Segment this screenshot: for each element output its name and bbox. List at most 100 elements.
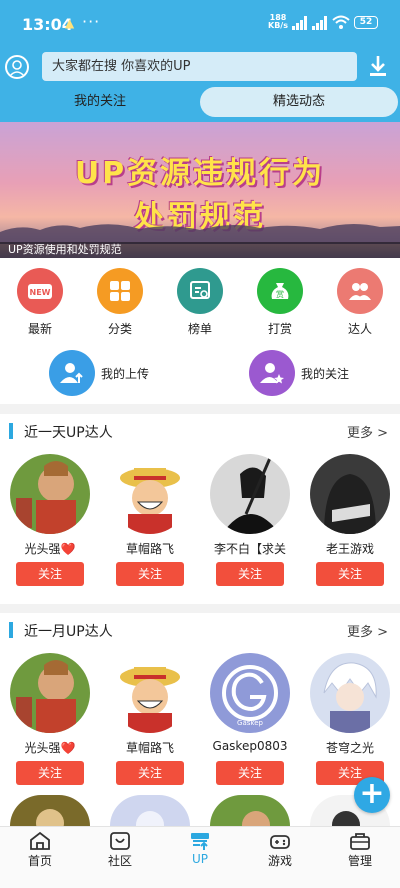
nav-home[interactable]: 首页 [10,831,70,869]
nav-label: UP [191,852,209,866]
star-user-icon [249,350,295,396]
quick-item-reward[interactable]: 赏 打赏 [250,268,310,337]
user-avatar-button[interactable] [5,55,29,79]
svg-text:NEW: NEW [30,288,51,297]
nav-manage[interactable]: 管理 [330,831,390,869]
bottom-nav: 首页 社区 UP 游戏 管理 [0,826,400,872]
nav-community[interactable]: 社区 [90,831,150,869]
quick-item-label: 我的关注 [301,367,350,381]
download-icon[interactable] [368,54,388,78]
network-speed-unit: KB/s [268,21,288,30]
bald-man-avatar[interactable] [10,653,90,733]
section-accent-bar [9,622,13,638]
follow-button[interactable]: 关注 [216,562,284,586]
up-card[interactable]: 老王游戏 关注 [310,454,390,586]
battery-icon: 52 [354,16,378,29]
quick-item-label: 最新 [27,322,52,336]
follow-button[interactable]: 关注 [316,562,384,586]
straw-hat-avatar[interactable] [110,454,190,534]
quick-item-my-uploads[interactable]: 我的上传 [49,350,169,396]
up-name: 草帽路飞 [125,741,174,755]
svg-text:Gaskep: Gaskep [237,719,263,727]
up-card[interactable]: 草帽路飞 关注 [110,454,190,586]
up-card[interactable]: 李不白【求关 关注 [210,454,290,586]
up-card[interactable]: 苍穹之光 关注 [310,653,390,785]
tab-featured[interactable]: 精选动态 [200,87,398,117]
section-header: 近一月UP达人 更多 > [0,613,400,647]
partial-avatar[interactable] [10,795,90,826]
straw-hat-avatar[interactable] [110,653,190,733]
nav-label: 社区 [107,854,132,868]
svg-text:赏: 赏 [276,289,284,299]
quick-item-ranking[interactable]: 榜单 [170,268,230,337]
up-icon [191,833,209,850]
up-name: 苍穹之光 [325,741,374,755]
up-name: 光头强❤️ [24,542,76,556]
palm-trees-decoration [0,223,400,244]
header: 13:04 ▲ ··· 188 KB/s 52 大家都在搜 你喜欢的UP 我的关… [0,0,400,122]
follow-button[interactable]: 关注 [216,761,284,785]
section-accent-bar [9,423,13,439]
hooded-figure-avatar[interactable] [310,454,390,534]
more-link[interactable]: 更多 > [347,621,388,640]
follow-button[interactable]: 关注 [116,562,184,586]
search-input[interactable]: 大家都在搜 你喜欢的UP [42,52,357,81]
up-card[interactable]: 草帽路飞 关注 [110,653,190,785]
up-card[interactable]: Gaskep Gaskep0803 关注 [210,653,290,785]
partial-avatar[interactable] [210,795,290,826]
network-speed: 188 KB/s [268,14,288,30]
up-name: 李不白【求关 [213,542,286,556]
quick-item-latest[interactable]: NEW 最新 [10,268,70,337]
signal-icon-2 [312,16,327,30]
section-header: 近一天UP达人 更多 > [0,414,400,448]
up-card[interactable]: 光头强❤️ 关注 [10,454,90,586]
up-name: 老王游戏 [325,542,374,556]
partial-avatar[interactable] [110,795,190,826]
grid-icon [97,268,143,314]
manage-icon [350,833,370,850]
more-link[interactable]: 更多 > [347,422,388,441]
quick-menu: NEW 最新 分类 榜单 赏 打赏 达人 我的上传 我的关注 [0,258,400,404]
up-name: Gaskep0803 [212,739,288,753]
wifi-icon [332,15,350,29]
system-nav-area [0,872,400,888]
ranking-icon [177,268,223,314]
tab-my-following[interactable]: 我的关注 [0,87,200,117]
section-title: 近一月UP达人 [24,624,113,640]
quick-item-category[interactable]: 分类 [90,268,150,337]
section-monthly-up-stars: 近一月UP达人 更多 > 光头强❤️ 关注 草帽路飞 关注 Gaskep Gas… [0,613,400,826]
up-name: 光头强❤️ [24,741,76,755]
nav-up[interactable]: UP [170,831,230,866]
nav-games[interactable]: 游戏 [250,831,310,869]
quick-item-label: 达人 [347,322,372,336]
follow-button[interactable]: 关注 [16,761,84,785]
quick-item-label: 分类 [107,322,132,336]
up-name: 草帽路飞 [125,542,174,556]
g-logo-avatar[interactable]: Gaskep [210,653,290,733]
section-daily-up-stars: 近一天UP达人 更多 > 光头强❤️ 关注 草帽路飞 关注 李不白【求关 关注 … [0,414,400,604]
status-bar: 13:04 ▲ ··· 188 KB/s 52 [0,0,400,48]
quick-item-experts[interactable]: 达人 [330,268,390,337]
follow-button[interactable]: 关注 [16,562,84,586]
user-icon [8,60,26,77]
swordsman-avatar[interactable] [210,454,290,534]
people-icon [337,268,383,314]
bald-man-avatar[interactable] [10,454,90,534]
anime-character-avatar[interactable] [310,653,390,733]
home-icon [30,831,50,850]
signal-icon [292,16,307,30]
gamepad-icon [270,835,290,849]
upload-user-icon [49,350,95,396]
quick-item-label: 我的上传 [101,367,150,381]
nav-label: 游戏 [267,854,292,868]
quick-item-my-following[interactable]: 我的关注 [249,350,369,396]
promo-banner[interactable]: UP资源违规行为 处罚规范 UP资源使用和处罚规范 [0,122,400,258]
quick-item-label: 打赏 [267,322,292,336]
more-notifications-icon: ··· [82,12,101,31]
banner-title-line1: UP资源违规行为 [74,156,326,191]
section-title: 近一天UP达人 [24,425,113,441]
nav-label: 管理 [347,854,372,868]
follow-button[interactable]: 关注 [116,761,184,785]
up-card[interactable]: 光头强❤️ 关注 [10,653,90,785]
add-button[interactable]: + [354,777,390,813]
